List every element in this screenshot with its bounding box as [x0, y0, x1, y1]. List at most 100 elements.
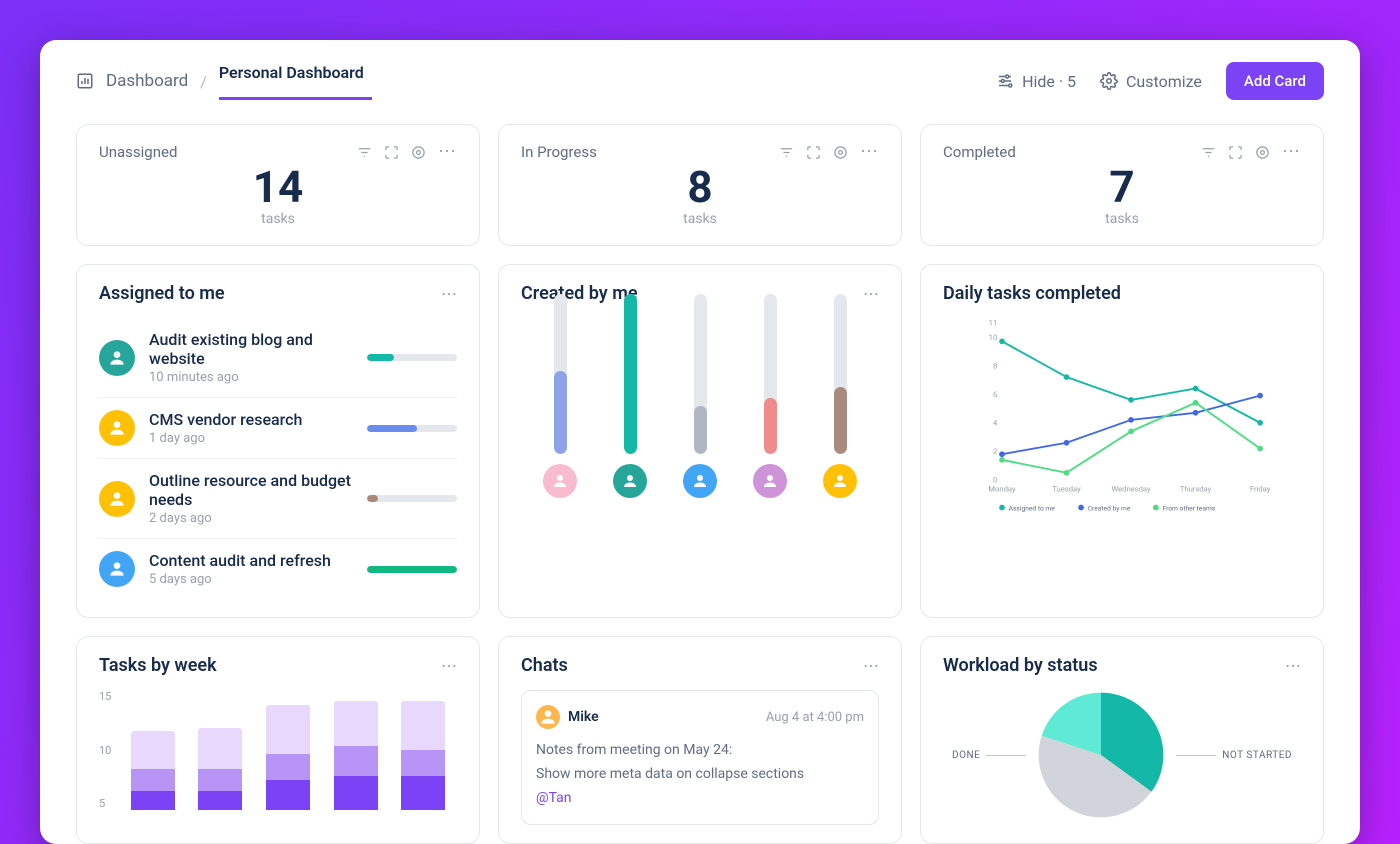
stacked-bar-chart: 15105	[99, 690, 457, 810]
svg-text:4: 4	[993, 419, 998, 428]
card-title: In Progress	[521, 143, 597, 161]
task-row[interactable]: Outline resource and budget needs 2 days…	[99, 459, 457, 539]
stacked-bar	[198, 728, 242, 811]
expand-icon[interactable]	[1228, 145, 1243, 160]
svg-text:6: 6	[993, 390, 997, 399]
daily-card: Daily tasks completed 024681011MondayTue…	[920, 264, 1324, 618]
expand-icon[interactable]	[806, 145, 821, 160]
svg-text:Monday: Monday	[988, 484, 1016, 493]
stat-unit: tasks	[943, 211, 1301, 227]
more-icon[interactable]: ⋯	[441, 284, 457, 303]
app-window: Dashboard / Personal Dashboard Hide · 5 …	[40, 40, 1360, 844]
sliders-icon	[996, 72, 1014, 90]
chats-card: Chats ⋯ Mike Aug 4 at 4:00 pm Notes from…	[498, 636, 902, 844]
stat-value: 7	[943, 165, 1301, 209]
filter-icon[interactable]	[779, 145, 794, 160]
stat-value: 14	[99, 165, 457, 209]
more-icon[interactable]: ⋯	[441, 656, 457, 675]
filter-icon[interactable]	[357, 145, 372, 160]
bar-column	[543, 294, 577, 498]
stat-unit: tasks	[521, 211, 879, 227]
workload-card: Workload by status ⋯ DONE NOT STARTED	[920, 636, 1324, 844]
header-actions: Hide · 5 Customize Add Card	[996, 62, 1324, 100]
pie-chart	[1036, 690, 1166, 820]
chat-mention[interactable]: @Tan	[536, 787, 864, 811]
avatar[interactable]	[543, 464, 577, 498]
task-row[interactable]: CMS vendor research 1 day ago	[99, 398, 457, 459]
card-title: Chats	[521, 655, 568, 676]
breadcrumb-current[interactable]: Personal Dashboard	[219, 63, 364, 100]
task-title: Content audit and refresh	[149, 551, 353, 570]
breadcrumb-root[interactable]: Dashboard	[106, 71, 188, 91]
chat-message[interactable]: Mike Aug 4 at 4:00 pm Notes from meeting…	[521, 690, 879, 825]
more-icon[interactable]: ⋯	[863, 656, 879, 675]
svg-text:Created by me: Created by me	[1088, 504, 1131, 512]
pie-leader-line	[1176, 755, 1216, 756]
hide-button[interactable]: Hide · 5	[996, 72, 1076, 91]
avatar[interactable]	[753, 464, 787, 498]
pie-leader-line	[986, 755, 1026, 756]
pie-label-notstarted: NOT STARTED	[1222, 750, 1292, 761]
task-title: Outline resource and budget needs	[149, 471, 353, 509]
breadcrumb-sep: /	[200, 72, 207, 91]
stat-card-inprogress: In Progress ⋯ 8 tasks	[498, 124, 902, 246]
chat-time: Aug 4 at 4:00 pm	[766, 710, 864, 725]
card-title: Daily tasks completed	[943, 283, 1121, 304]
avatar	[99, 551, 135, 587]
stacked-bar	[266, 705, 310, 810]
more-icon[interactable]: ⋯	[863, 284, 879, 303]
customize-button[interactable]: Customize	[1100, 72, 1202, 91]
avatar[interactable]	[683, 464, 717, 498]
chat-line: Notes from meeting on May 24:	[536, 739, 864, 763]
stat-card-completed: Completed ⋯ 7 tasks	[920, 124, 1324, 246]
bar-column	[613, 294, 647, 498]
stat-card-unassigned: Unassigned ⋯ 14 tasks	[76, 124, 480, 246]
bars-chart	[521, 318, 879, 498]
y-axis: 15105	[99, 690, 111, 810]
tasks-by-week-card: Tasks by week ⋯ 15105	[76, 636, 480, 844]
task-row[interactable]: Content audit and refresh 5 days ago	[99, 539, 457, 599]
svg-text:2: 2	[993, 447, 997, 456]
progress-bar	[367, 495, 457, 502]
progress-bar	[367, 566, 457, 573]
svg-text:Assigned to me: Assigned to me	[1009, 504, 1056, 512]
gear-icon[interactable]	[1255, 145, 1270, 160]
filter-icon[interactable]	[1201, 145, 1216, 160]
more-icon[interactable]: ⋯	[1285, 656, 1301, 675]
bar-column	[753, 294, 787, 498]
assigned-card: Assigned to me ⋯ Audit existing blog and…	[76, 264, 480, 618]
task-time: 10 minutes ago	[149, 370, 353, 385]
progress-bar	[367, 425, 457, 432]
breadcrumb: Dashboard / Personal Dashboard	[76, 63, 364, 100]
svg-text:8: 8	[993, 361, 997, 370]
avatar	[99, 481, 135, 517]
task-title: CMS vendor research	[149, 410, 353, 429]
line-chart: 024681011MondayTuesdayWednesdayThursdayF…	[943, 318, 1301, 518]
more-icon[interactable]: ⋯	[1282, 143, 1301, 161]
chat-user-name: Mike	[568, 709, 599, 725]
progress-bar	[367, 354, 457, 361]
avatar[interactable]	[613, 464, 647, 498]
avatar	[536, 705, 560, 729]
more-icon[interactable]: ⋯	[438, 143, 457, 161]
avatar[interactable]	[823, 464, 857, 498]
stacked-bar	[131, 731, 175, 810]
expand-icon[interactable]	[384, 145, 399, 160]
created-card: Created by me ⋯	[498, 264, 902, 618]
svg-text:11: 11	[989, 319, 998, 328]
task-time: 2 days ago	[149, 511, 353, 526]
gear-icon[interactable]	[833, 145, 848, 160]
bottom-row: Tasks by week ⋯ 15105 Chats ⋯ Mike Aug 4…	[40, 618, 1360, 844]
stats-row: Unassigned ⋯ 14 tasks In Progress ⋯	[40, 100, 1360, 246]
svg-text:Thursday: Thursday	[1180, 484, 1212, 493]
bar-column	[823, 294, 857, 498]
card-title: Workload by status	[943, 655, 1098, 676]
svg-text:Tuesday: Tuesday	[1052, 484, 1081, 493]
card-title: Completed	[943, 143, 1016, 161]
more-icon[interactable]: ⋯	[860, 143, 879, 161]
gear-icon[interactable]	[411, 145, 426, 160]
add-card-button[interactable]: Add Card	[1226, 62, 1324, 100]
task-time: 1 day ago	[149, 431, 353, 446]
task-row[interactable]: Audit existing blog and website 10 minut…	[99, 318, 457, 398]
chat-line: Show more meta data on collapse sections	[536, 763, 864, 787]
